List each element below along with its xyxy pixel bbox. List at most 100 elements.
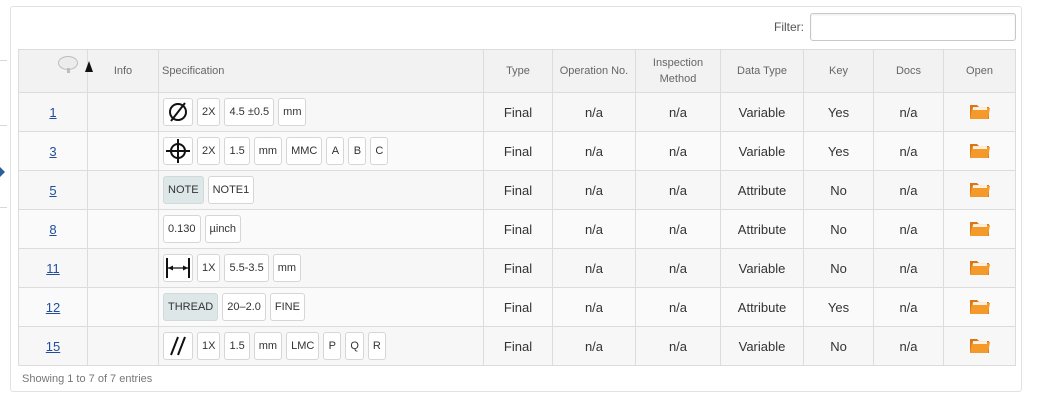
cell-id: 1 (18, 92, 88, 132)
cell-type: Final (483, 287, 553, 327)
cell-info (87, 209, 159, 249)
cell-data-type: Variable (720, 248, 804, 288)
open-folder-icon[interactable] (969, 297, 991, 318)
table-header-row: Info Specification Type Operation No. In… (18, 49, 1016, 93)
row-id-link[interactable]: 3 (49, 144, 56, 159)
table-row[interactable]: 12 THREAD 20–2.0 FINE Final n/a n/a Attribute Ye… (18, 287, 1016, 327)
column-header-operation-no[interactable]: Operation No. (552, 49, 636, 93)
row-id-link[interactable]: 11 (46, 261, 60, 276)
cell-operation-no: n/a (552, 209, 636, 249)
table-row[interactable]: 15 1X 1.5 mm LMC P Q R Final n/a n/a Variable No n/a (18, 326, 1016, 366)
cell-operation-no: n/a (552, 170, 636, 210)
spec-chip: 1.5 (224, 332, 250, 360)
cell-id: 11 (18, 248, 88, 288)
row-id-link[interactable]: 8 (49, 222, 56, 237)
spec-chip: 4.5 ±0.5 (224, 98, 275, 126)
cell-inspection-method: n/a (635, 92, 721, 132)
cell-type: Final (483, 326, 553, 366)
open-folder-icon[interactable] (969, 258, 991, 279)
cell-docs: n/a (873, 92, 944, 132)
table-info: Showing 1 to 7 of 7 entries (22, 373, 153, 385)
column-header-open[interactable]: Open (943, 49, 1016, 93)
edge-tick (0, 60, 7, 61)
spec-chip: 1X (197, 254, 221, 282)
parallelism-icon (163, 332, 193, 360)
open-folder-icon[interactable] (969, 336, 991, 357)
cell-specification: 2X 4.5 ±0.5 mm (158, 92, 484, 132)
cell-specification: 2X 1.5 mm MMC A B C (158, 131, 484, 171)
row-id-link[interactable]: 15 (46, 339, 60, 354)
row-id-link[interactable]: 1 (49, 105, 56, 120)
column-header-info[interactable]: Info (87, 49, 159, 93)
cell-inspection-method: n/a (635, 287, 721, 327)
table-row[interactable]: 11 1X 5.5-3.5 mm Final n/a n/a Variable No n/a (18, 248, 1016, 288)
cell-inspection-method: n/a (635, 170, 721, 210)
open-folder-icon[interactable] (969, 141, 991, 162)
spec-chip: 1X (197, 332, 221, 360)
edge-tick (0, 207, 7, 208)
cell-operation-no: n/a (552, 248, 636, 288)
edge-tick (0, 125, 7, 126)
cell-inspection-method: n/a (635, 209, 721, 249)
cell-id: 3 (18, 131, 88, 171)
cell-info (87, 248, 159, 288)
cell-key: No (803, 326, 874, 366)
cell-info (87, 287, 159, 327)
spec-chip: NOTE1 (207, 176, 255, 204)
column-header-inspection-method[interactable]: Inspection Method (635, 49, 721, 93)
spec-chip: B (348, 137, 367, 165)
width-dimension-icon (163, 254, 193, 282)
cell-open (943, 170, 1016, 210)
spec-chips: THREAD 20–2.0 FINE (163, 293, 483, 321)
column-header-type[interactable]: Type (483, 49, 553, 93)
spec-chip: 1.5 (224, 137, 250, 165)
cell-type: Final (483, 131, 553, 171)
cell-docs: n/a (873, 209, 944, 249)
cell-data-type: Variable (720, 92, 804, 132)
open-folder-icon[interactable] (969, 102, 991, 123)
column-header-data-type[interactable]: Data Type (720, 49, 804, 93)
spec-chip: 20–2.0 (222, 293, 266, 321)
cell-specification: 1X 1.5 mm LMC P Q R (158, 326, 484, 366)
column-header-specification[interactable]: Specification (158, 49, 484, 93)
spec-chip: 2X (197, 98, 221, 126)
spec-chip: mm (272, 254, 302, 282)
column-header-id[interactable] (18, 49, 93, 93)
spec-chip: LMC (286, 332, 320, 360)
spec-chip: C (370, 137, 389, 165)
spec-chips: NOTE NOTE1 (163, 176, 483, 204)
cell-operation-no: n/a (552, 131, 636, 171)
cell-id: 12 (18, 287, 88, 327)
cell-id: 5 (18, 170, 88, 210)
open-folder-icon[interactable] (969, 219, 991, 240)
sort-ascending-icon[interactable] (85, 61, 93, 72)
comment-bubble-icon (58, 56, 78, 73)
open-folder-icon[interactable] (969, 180, 991, 201)
cell-key: Yes (803, 131, 874, 171)
cell-operation-no: n/a (552, 287, 636, 327)
characteristics-panel: Filter: Info Specification Type Operatio… (10, 6, 1022, 392)
filter-input[interactable] (810, 13, 1016, 41)
cell-docs: n/a (873, 131, 944, 171)
cell-open (943, 287, 1016, 327)
cell-data-type: Attribute (720, 209, 804, 249)
cell-specification: 1X 5.5-3.5 mm (158, 248, 484, 288)
cell-docs: n/a (873, 170, 944, 210)
spec-chip: mm (253, 137, 283, 165)
column-header-docs[interactable]: Docs (873, 49, 944, 93)
table-row[interactable]: 5 NOTE NOTE1 Final n/a n/a Attribute No n/a (18, 170, 1016, 210)
cell-data-type: Attribute (720, 170, 804, 210)
spec-chip: MMC (286, 137, 323, 165)
cell-docs: n/a (873, 287, 944, 327)
row-id-link[interactable]: 12 (46, 300, 60, 315)
table-row[interactable]: 8 0.130 µinch Final n/a n/a Attribute No n/a (18, 209, 1016, 249)
row-id-link[interactable]: 5 (49, 183, 56, 198)
column-header-key[interactable]: Key (803, 49, 874, 93)
table-row[interactable]: 1 2X 4.5 ±0.5 mm Final n/a n/a Variable Yes n/a (18, 92, 1016, 132)
cell-specification: THREAD 20–2.0 FINE (158, 287, 484, 327)
spec-chip: Q (345, 332, 364, 360)
table-row[interactable]: 3 2X 1.5 mm MMC A B C Final n/a n/a Variable Yes n/a (18, 131, 1016, 171)
row-pointer-icon (0, 167, 5, 177)
cell-key: Yes (803, 287, 874, 327)
diameter-icon (163, 98, 193, 126)
